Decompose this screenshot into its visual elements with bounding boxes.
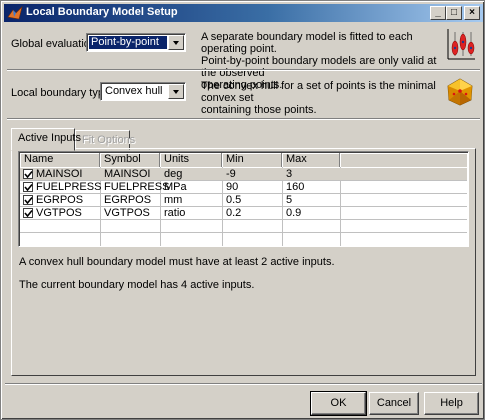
min-inputs-message: A convex hull boundary model must have a… — [19, 256, 335, 268]
minimize-button[interactable]: _ — [430, 6, 446, 20]
table-header: Name Symbol Units Min Max — [20, 153, 467, 167]
column-header-symbol[interactable]: Symbol — [100, 153, 160, 167]
cell-units: mm — [164, 194, 183, 206]
close-button[interactable]: × — [464, 6, 480, 20]
chevron-down-icon[interactable] — [168, 35, 184, 50]
point-by-point-boundary-icon — [445, 26, 477, 62]
cell-max[interactable]: 3 — [282, 168, 292, 180]
section-divider — [7, 69, 480, 71]
maximize-button[interactable]: □ — [446, 6, 462, 20]
table-row[interactable]: EGRPOS EGRPOS mm 0.5 5 — [20, 194, 467, 206]
convex-hull-icon — [445, 77, 475, 107]
title-bar[interactable]: Local Boundary Model Setup _ □ × — [4, 4, 483, 22]
column-header-min[interactable]: Min — [222, 153, 282, 167]
active-inputs-table[interactable]: Name Symbol Units Min Max MAINSOI MAINSO… — [18, 151, 469, 247]
table-row[interactable]: MAINSOI MAINSOI deg -9 3 — [20, 168, 467, 180]
cell-min[interactable]: 0.5 — [222, 194, 241, 206]
cell-symbol: MAINSOI — [104, 168, 151, 180]
window-title: Local Boundary Model Setup — [26, 6, 178, 18]
cell-max[interactable]: 5 — [282, 194, 292, 206]
cell-units: MPa — [164, 181, 187, 193]
column-header-max[interactable]: Max — [282, 153, 340, 167]
ok-button[interactable]: OK — [310, 391, 367, 416]
local-boundary-type-select[interactable]: Convex hull — [100, 82, 186, 101]
matlab-logo-icon — [7, 5, 23, 21]
cell-name: EGRPOS — [36, 194, 84, 206]
cell-max[interactable]: 0.9 — [282, 207, 301, 219]
cell-symbol: FUELPRESS — [104, 181, 170, 193]
cell-min[interactable]: 0.2 — [222, 207, 241, 219]
global-description-line: A separate boundary model is fitted to e… — [201, 31, 413, 55]
tab-fit-options[interactable]: Fit Options — [75, 130, 135, 150]
cell-name: FUELPRESS — [36, 181, 102, 193]
global-description-line: Point-by-point boundary models are only … — [201, 55, 437, 79]
cell-units: deg — [164, 168, 183, 180]
cell-units: ratio — [164, 207, 186, 219]
table-row[interactable]: VGTPOS VGTPOS ratio 0.2 0.9 — [20, 207, 467, 219]
tab-active-inputs[interactable]: Active Inputs — [11, 128, 81, 151]
local-description-line: The convex hull for a set of points is t… — [201, 80, 436, 104]
local-boundary-type-value: Convex hull — [105, 85, 163, 97]
local-boundary-type-label: Local boundary type: — [11, 87, 114, 99]
cell-min[interactable]: -9 — [222, 168, 236, 180]
global-evaluation-value: Point-by-point — [89, 36, 167, 49]
local-boundary-description: The convex hull for a set of points is t… — [201, 80, 443, 116]
cell-symbol: EGRPOS — [104, 194, 152, 206]
help-button[interactable]: Help — [424, 392, 479, 415]
footer-divider — [5, 383, 482, 385]
cell-name: MAINSOI — [36, 168, 83, 180]
current-inputs-message: The current boundary model has 4 active … — [19, 279, 255, 291]
cancel-button[interactable]: Cancel — [369, 392, 419, 415]
cell-max[interactable]: 160 — [282, 181, 304, 193]
column-header-empty — [340, 153, 468, 167]
chevron-down-icon[interactable] — [168, 84, 184, 99]
cell-symbol: VGTPOS — [104, 207, 150, 219]
grid-line — [20, 232, 467, 233]
table-row[interactable]: FUELPRESS FUELPRESS MPa 90 160 — [20, 181, 467, 193]
dialog-window: Local Boundary Model Setup _ □ × Global … — [0, 0, 485, 420]
grid-line — [20, 219, 467, 220]
section-divider — [7, 118, 480, 120]
global-evaluation-select[interactable]: Point-by-point — [86, 33, 186, 52]
column-header-units[interactable]: Units — [160, 153, 222, 167]
cell-min[interactable]: 90 — [222, 181, 238, 193]
local-description-line: containing those points. — [201, 104, 317, 116]
cell-name: VGTPOS — [36, 207, 82, 219]
column-header-name[interactable]: Name — [20, 153, 100, 167]
